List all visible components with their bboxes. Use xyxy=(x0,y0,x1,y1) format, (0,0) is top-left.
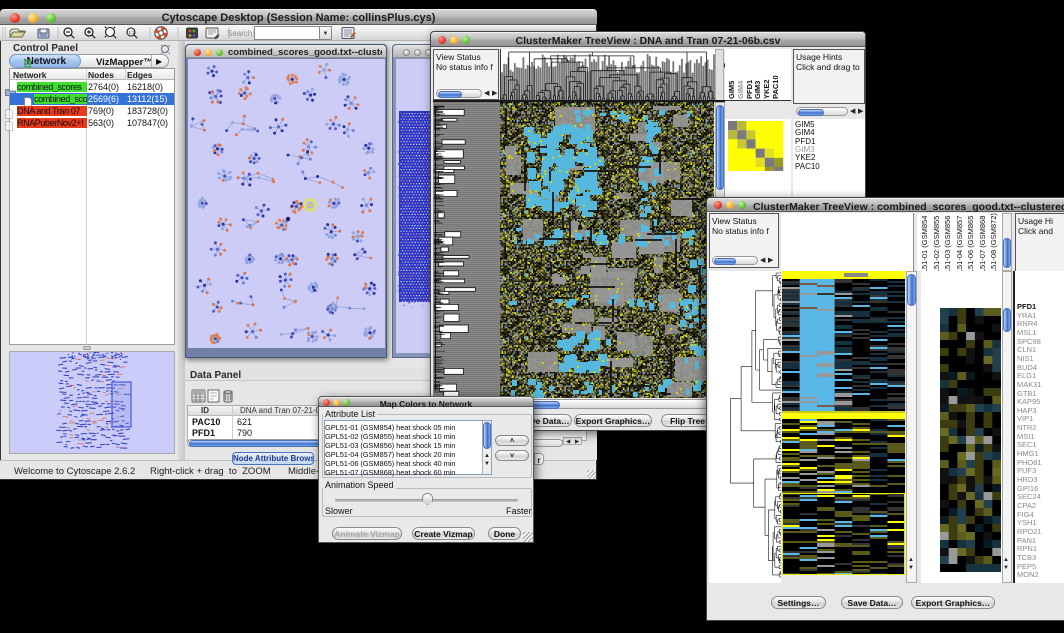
svg-text:1:1: 1:1 xyxy=(129,30,136,35)
